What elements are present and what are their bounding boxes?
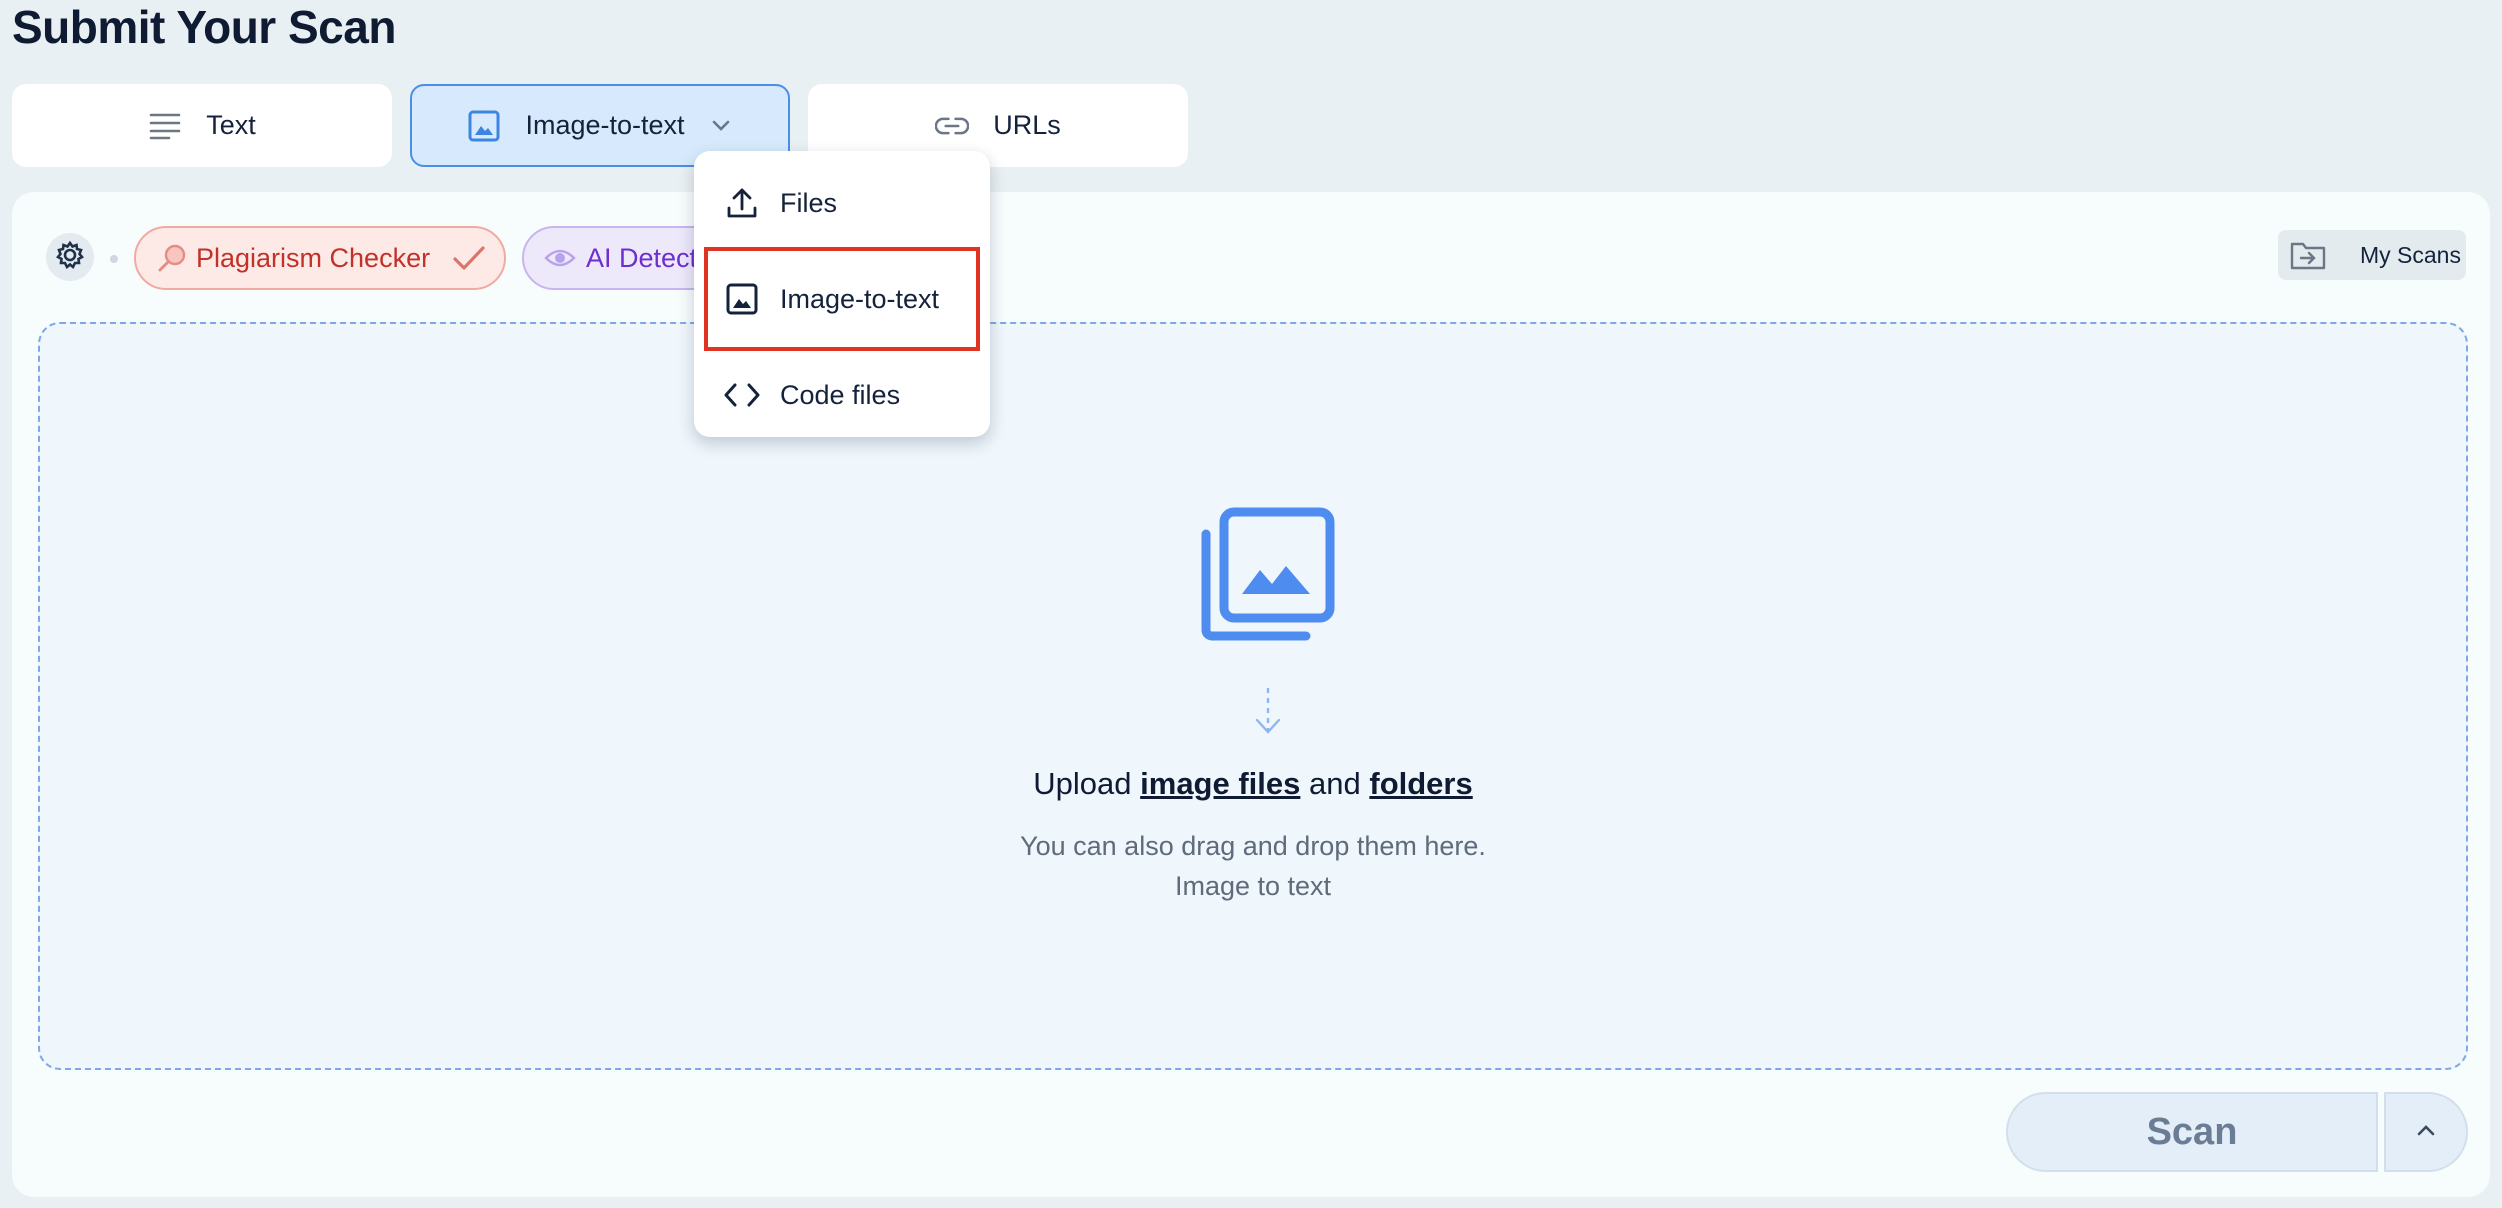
divider-dot xyxy=(110,255,118,263)
page-title: Submit Your Scan xyxy=(12,1,396,53)
image-icon xyxy=(724,281,760,317)
scan-options-button[interactable] xyxy=(2384,1092,2468,1172)
dropzone-middle: and xyxy=(1309,766,1361,801)
dropzone-hint-line2: Image to text xyxy=(1174,871,1332,901)
dropzone-hint: You can also drag and drop them here. Im… xyxy=(40,826,2466,906)
chevron-up-icon xyxy=(2415,1123,2437,1142)
menu-item-files-label: Files xyxy=(780,187,838,218)
checkmark-icon xyxy=(452,244,486,272)
text-lines-icon xyxy=(148,109,182,143)
link-icon xyxy=(935,109,970,143)
dropzone-instructions: Upload image files and folders xyxy=(40,766,2466,802)
menu-item-image-to-text[interactable]: Image-to-text xyxy=(704,247,980,351)
arrow-down-icon xyxy=(1251,686,1285,736)
my-scans-button[interactable]: My Scans xyxy=(2278,230,2466,280)
dropzone-hint-line1: You can also drag and drop them here. xyxy=(1020,831,1486,861)
folder-arrow-icon xyxy=(2290,239,2330,271)
scan-panel: Plagiarism Checker AI Detector My Scans … xyxy=(12,192,2490,1197)
tab-urls-label: URLs xyxy=(993,110,1061,140)
scan-toolbar: Plagiarism Checker AI Detector My Scans xyxy=(46,226,2466,290)
menu-item-code-files-label: Code files xyxy=(780,379,901,410)
my-scans-label: My Scans xyxy=(2360,241,2461,268)
menu-item-files[interactable]: Files xyxy=(704,155,980,251)
upload-type-dropdown: Files Image-to-text Code files xyxy=(694,151,990,437)
settings-button[interactable] xyxy=(46,233,94,281)
magnifier-icon xyxy=(156,241,188,275)
chevron-down-icon[interactable] xyxy=(711,115,733,137)
plagiarism-checker-label: Plagiarism Checker xyxy=(196,242,431,273)
image-files-link[interactable]: image files xyxy=(1140,766,1300,801)
eye-icon xyxy=(544,241,578,275)
scan-button[interactable]: Scan xyxy=(2006,1092,2378,1172)
image-stack-icon xyxy=(1198,504,1338,644)
upload-icon xyxy=(724,185,760,221)
tab-text-label: Text xyxy=(206,110,256,140)
gear-icon xyxy=(55,240,85,275)
menu-item-image-to-text-label: Image-to-text xyxy=(780,283,940,314)
upload-dropzone[interactable]: Upload image files and folders You can a… xyxy=(38,322,2468,1070)
tab-text[interactable]: Text xyxy=(12,84,392,167)
dropzone-prefix: Upload xyxy=(1033,766,1132,801)
plagiarism-checker-toggle[interactable]: Plagiarism Checker xyxy=(134,226,506,290)
menu-item-code-files[interactable]: Code files xyxy=(704,347,980,443)
tab-image-to-text-label: Image-to-text xyxy=(525,110,685,140)
image-icon xyxy=(467,109,501,143)
code-icon xyxy=(724,377,760,413)
folders-link[interactable]: folders xyxy=(1369,766,1472,801)
